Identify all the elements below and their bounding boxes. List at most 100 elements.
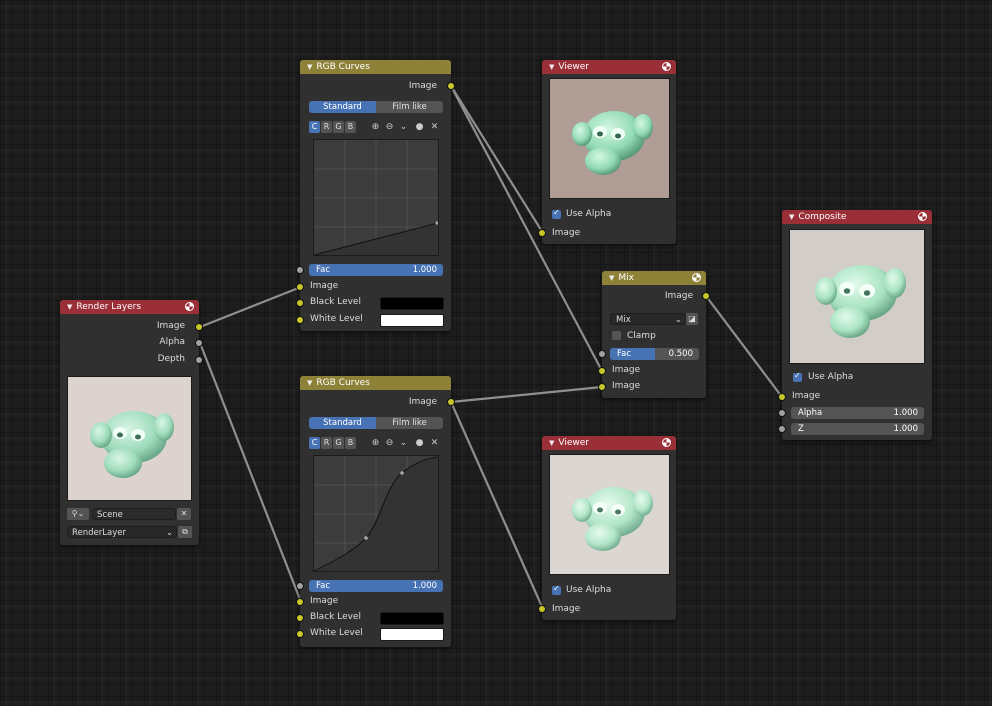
use-alpha-checkbox[interactable] [793,371,802,382]
close-icon[interactable]: ✕ [429,437,440,449]
curve-widget[interactable] [313,139,439,256]
viewer-node-top[interactable]: ▼ Viewer Use Alpha Image [539,60,676,244]
channel-c-tab[interactable]: C [309,437,320,449]
socket-white-level-input[interactable] [297,631,303,637]
socket-white-level-input[interactable] [297,317,303,323]
fac-slider[interactable]: Fac 1.000 [309,264,443,276]
zoom-in-icon[interactable]: ⊕ [370,437,381,449]
viewer-header[interactable]: ▼ Viewer [542,60,676,74]
blend-mode-value: Mix [616,315,631,325]
curve-mode-toggle[interactable]: Standard Film like [309,417,443,429]
z-field[interactable]: Z 1.000 [791,423,924,435]
dot-icon[interactable]: ● [414,437,425,449]
use-alpha-checkbox[interactable] [552,208,561,219]
collapse-icon[interactable]: ▼ [307,63,312,71]
close-icon[interactable]: ✕ [177,508,191,520]
close-icon[interactable]: ✕ [429,121,440,133]
render-layers-header[interactable]: ▼ Render Layers [60,300,199,314]
scene-icon[interactable]: ⚲⌄ [67,508,89,520]
rgb-curves-node-bottom[interactable]: ▼ RGB Curves Image Standard Film like C R… [297,376,454,647]
input-label-image: Image [792,391,821,401]
socket-image-output[interactable] [448,83,454,89]
viewer-header[interactable]: ▼ Viewer [542,436,676,450]
socket-image-output[interactable] [703,293,709,299]
channel-g-tab[interactable]: G [333,121,344,133]
socket-image-input[interactable] [297,599,303,605]
socket-image-input[interactable] [297,284,303,290]
collapse-icon[interactable]: ▼ [67,303,72,311]
color-mode-icon[interactable]: ◪ [686,313,698,325]
input-label-image: Image [310,281,339,291]
socket-alpha-output[interactable] [196,340,202,346]
socket-image-input[interactable] [539,230,545,236]
black-level-swatch[interactable] [380,297,444,310]
viewer-node-bottom[interactable]: ▼ Viewer Use Alpha Image [539,436,676,620]
rgb-curves-node-top[interactable]: ▼ RGB Curves Image Standard Film like C R… [297,60,454,331]
alpha-field[interactable]: Alpha 1.000 [791,407,924,419]
socket-fac-input[interactable] [297,583,303,589]
mix-header[interactable]: ▼ Mix [602,271,706,285]
channel-tabs[interactable]: C R G B [309,121,356,133]
render-icon[interactable] [662,438,671,447]
mode-filmlike-button[interactable]: Film like [376,101,443,113]
channel-b-tab[interactable]: B [345,437,356,449]
channel-tabs[interactable]: C R G B [309,437,356,449]
socket-black-level-input[interactable] [297,615,303,621]
curve-mode-toggle[interactable]: Standard Film like [309,101,443,113]
socket-image-output[interactable] [448,399,454,405]
socket-image-input-2[interactable] [599,384,605,390]
fac-slider[interactable]: Fac 0.500 [610,348,699,360]
composite-header[interactable]: ▼ Composite [782,210,932,224]
dot-icon[interactable]: ● [414,121,425,133]
zoom-out-icon[interactable]: ⊖ [384,437,395,449]
collapse-icon[interactable]: ▼ [549,439,554,447]
fac-slider[interactable]: Fac 1.000 [309,580,443,592]
clamp-checkbox[interactable] [612,331,621,340]
mode-standard-button[interactable]: Standard [309,417,376,429]
rgb-curves-header[interactable]: ▼ RGB Curves [300,60,451,74]
render-icon[interactable] [918,212,927,221]
scene-field[interactable]: Scene [92,508,176,520]
render-icon[interactable] [185,302,194,311]
collapse-icon[interactable]: ▼ [789,213,794,221]
socket-image-output[interactable] [196,324,202,330]
socket-alpha-input[interactable] [779,410,785,416]
chevron-down-icon[interactable]: ⌄ [398,437,409,449]
mode-standard-button[interactable]: Standard [309,101,376,113]
render-layer-select[interactable]: RenderLayer ⌄ [67,526,177,538]
socket-image-input[interactable] [539,606,545,612]
zoom-in-icon[interactable]: ⊕ [370,121,381,133]
render-icon[interactable] [692,273,701,282]
blend-mode-select[interactable]: Mix ⌄ [610,313,686,325]
zoom-out-icon[interactable]: ⊖ [384,121,395,133]
channel-b-tab[interactable]: B [345,121,356,133]
channel-c-tab[interactable]: C [309,121,320,133]
socket-fac-input[interactable] [599,351,605,357]
browse-icon[interactable]: ⧉ [178,526,192,538]
collapse-icon[interactable]: ▼ [307,379,312,387]
black-level-swatch[interactable] [380,612,444,625]
socket-depth-output[interactable] [196,357,202,363]
collapse-icon[interactable]: ▼ [549,63,554,71]
curve-widget[interactable] [313,455,439,572]
socket-fac-input[interactable] [297,267,303,273]
rgb-curves-header[interactable]: ▼ RGB Curves [300,376,451,390]
composite-node[interactable]: ▼ Composite Use Alpha Image Alpha 1.000 Z… [779,210,932,440]
mode-filmlike-button[interactable]: Film like [376,417,443,429]
socket-black-level-input[interactable] [297,300,303,306]
channel-g-tab[interactable]: G [333,437,344,449]
render-layers-node[interactable]: ▼ Render Layers Image Alpha Depth ⚲⌄ Scen… [60,300,202,545]
render-icon[interactable] [662,62,671,71]
channel-r-tab[interactable]: R [321,121,332,133]
socket-image-input[interactable] [779,394,785,400]
socket-z-input[interactable] [779,426,785,432]
white-level-swatch[interactable] [380,314,444,327]
node-title: Viewer [558,62,589,72]
socket-image-input-1[interactable] [599,368,605,374]
chevron-down-icon[interactable]: ⌄ [398,121,409,133]
mix-node[interactable]: ▼ Mix Image Mix ⌄ ◪ Clamp Fac 0.500 Image … [599,271,709,398]
channel-r-tab[interactable]: R [321,437,332,449]
white-level-swatch[interactable] [380,628,444,641]
use-alpha-checkbox[interactable] [552,584,561,595]
collapse-icon[interactable]: ▼ [609,274,614,282]
